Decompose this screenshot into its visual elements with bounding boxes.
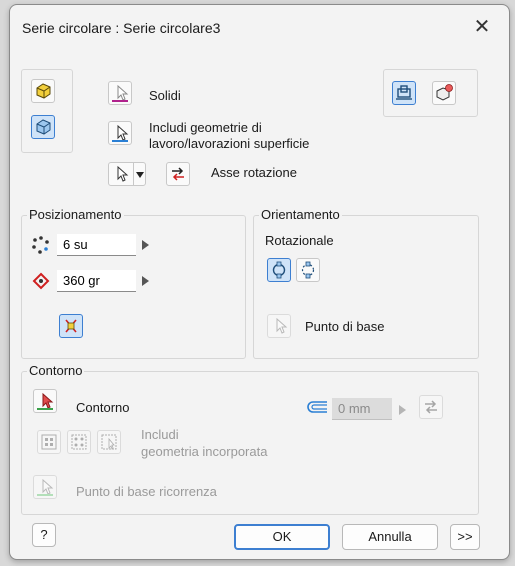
circular-pattern-dialog: Serie circolare : Serie circolare3 ✕ Sol… (9, 4, 510, 560)
base-point-select-button[interactable] (267, 314, 291, 338)
chevron-down-icon[interactable] (136, 172, 144, 178)
more-options-button[interactable]: >> (450, 524, 480, 550)
count-menu-arrow-icon[interactable] (142, 240, 149, 250)
include-embedded-label-line2: geometria incorporata (141, 444, 268, 459)
boundary-group-label: Contorno (27, 363, 85, 378)
solid-mode-new-icon[interactable] (31, 115, 55, 139)
offset-icon (307, 400, 329, 414)
embedded-geometry-icon-3[interactable] (97, 430, 121, 454)
boundary-select-button[interactable] (33, 389, 57, 413)
pattern-features-icon[interactable] (392, 81, 416, 105)
include-geometry-label-line1: Includi geometrie di (149, 120, 262, 135)
orientation-group-label: Orientamento (259, 207, 342, 222)
recurrence-base-point-button[interactable] (33, 475, 57, 499)
offset-field[interactable] (332, 398, 392, 420)
help-icon: ? (40, 527, 48, 542)
embedded-geometry-icon-2[interactable] (67, 430, 91, 454)
recurrence-underline (37, 494, 53, 496)
embedded-geometry-icon-1[interactable] (37, 430, 61, 454)
solids-label: Solidi (149, 88, 181, 103)
dialog-title: Serie circolare : Serie circolare3 (22, 20, 221, 36)
occurrence-angle-icon (31, 271, 51, 291)
offset-flip-icon[interactable] (419, 395, 443, 419)
geometry-underline (112, 140, 128, 142)
axis-select-button[interactable] (108, 162, 146, 186)
boundary-underline (37, 408, 53, 410)
axis-label: Asse rotazione (211, 165, 297, 180)
cancel-button[interactable]: Annulla (342, 524, 438, 550)
solid-mode-join-icon[interactable] (31, 79, 55, 103)
close-icon[interactable]: ✕ (470, 15, 494, 39)
placement-group-label: Posizionamento (27, 207, 124, 222)
occurrence-count-field[interactable] (57, 234, 136, 256)
boundary-label: Contorno (76, 400, 130, 415)
occurrence-angle-field[interactable] (57, 270, 136, 292)
include-geometry-button[interactable] (108, 121, 132, 145)
base-point-label: Punto di base (305, 319, 385, 334)
midplane-icon[interactable] (59, 314, 83, 338)
fixed-orientation-icon[interactable] (296, 258, 320, 282)
include-geometry-label-line2: lavoro/lavorazioni superficie (149, 136, 310, 151)
include-embedded-label-line1: Includi (141, 427, 179, 442)
rotational-orientation-icon[interactable] (267, 258, 291, 282)
flip-direction-icon[interactable] (166, 162, 190, 186)
recurrence-base-point-label: Punto di base ricorrenza (76, 484, 217, 499)
solids-underline (112, 100, 128, 102)
occurrence-count-icon (31, 235, 51, 255)
rotational-label: Rotazionale (265, 233, 334, 248)
angle-menu-arrow-icon[interactable] (142, 276, 149, 286)
solids-select-button[interactable] (108, 81, 132, 105)
offset-menu-arrow-icon[interactable] (399, 405, 406, 415)
ok-button[interactable]: OK (234, 524, 330, 550)
pattern-solid-icon[interactable] (432, 81, 456, 105)
help-button[interactable]: ? (32, 523, 56, 547)
